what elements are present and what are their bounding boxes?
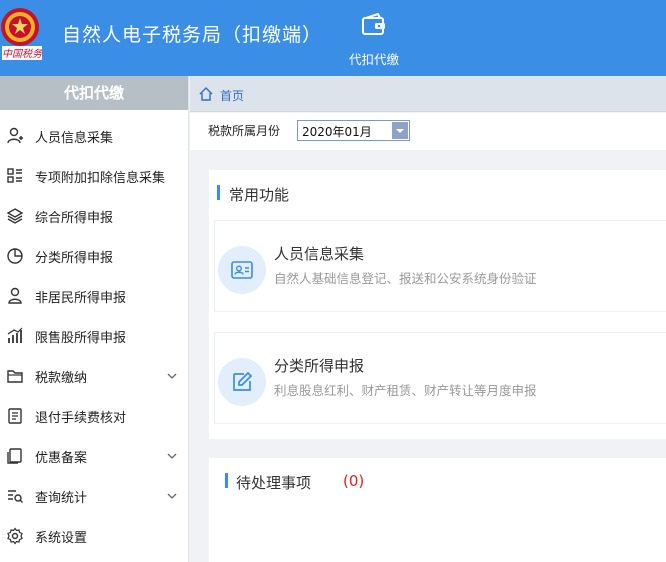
sidebar-item-label: 人员信息采集 — [35, 131, 114, 146]
sidebar-item-refund-fee-check[interactable]: 退付手续费核对 — [0, 396, 188, 436]
sidebar-item-nonresident-income[interactable]: 非居民所得申报 — [0, 276, 188, 316]
search-list-icon — [8, 490, 23, 503]
national-emblem-logo: 中国税务 — [1, 8, 43, 60]
sidebar-item-query-statistics[interactable]: 查询统计 — [0, 476, 188, 516]
card-description: 自然人基础信息登记、报送和公安系统身份验证 — [274, 271, 537, 286]
document-check-icon — [8, 408, 22, 424]
card-description: 利息股息红利、财产租赁、财产转让等月度申报 — [274, 383, 537, 398]
sidebar-item-label: 退付手续费核对 — [35, 411, 127, 426]
tax-period-select[interactable]: 2020年01月 — [297, 120, 410, 141]
sidebar-item-label: 分类所得申报 — [35, 251, 114, 266]
filter-bar: 税款所属月份 2020年01月 — [190, 113, 666, 150]
sidebar-item-preferential-filing[interactable]: 优惠备案 — [0, 436, 188, 476]
section-accent-bar — [217, 185, 220, 200]
pie-chart-icon — [7, 248, 23, 264]
top-header: 中国税务 自然人电子税务局（扣缴端） 代扣代缴 — [0, 0, 666, 76]
breadcrumb: 首页 — [190, 76, 666, 112]
sidebar-item-personnel-info[interactable]: 人员信息采集 — [0, 116, 188, 156]
sidebar: 代扣代缴 人员信息采集 专项附加扣除信息采集 综合所得申报 分类所得申报 非居民… — [0, 76, 189, 562]
tax-period-value: 2020年01月 — [302, 125, 372, 139]
dropdown-arrow-icon[interactable] — [392, 122, 408, 139]
card-icon-circle — [218, 358, 266, 406]
sidebar-item-label: 系统设置 — [35, 531, 88, 546]
sidebar-item-comprehensive-income[interactable]: 综合所得申报 — [0, 196, 188, 236]
copy-icon — [7, 448, 22, 464]
sidebar-item-tax-payment[interactable]: 税款缴纳 — [0, 356, 188, 396]
person-add-icon — [7, 127, 23, 144]
common-functions-title: 常用功能 — [229, 186, 290, 204]
wallet-icon — [362, 13, 385, 35]
card-title: 人员信息采集 — [274, 245, 365, 263]
card-title: 分类所得申报 — [274, 357, 365, 375]
pending-items-title: 待处理事项 — [236, 474, 312, 492]
person-outline-icon — [8, 287, 22, 304]
pending-items-count: (0) — [343, 472, 365, 490]
sidebar-item-label: 综合所得申报 — [35, 211, 114, 226]
sidebar-header: 代扣代缴 — [0, 76, 188, 110]
chevron-down-icon — [167, 453, 177, 459]
sidebar-item-label: 非居民所得申报 — [35, 291, 127, 306]
sidebar-item-system-settings[interactable]: 系统设置 — [0, 516, 188, 556]
nav-withhold-label: 代扣代缴 — [348, 52, 399, 67]
sidebar-item-label: 查询统计 — [35, 491, 88, 506]
card-personnel-info[interactable]: 人员信息采集 自然人基础信息登记、报送和公安系统身份验证 — [214, 220, 666, 312]
gear-icon — [7, 527, 23, 545]
sidebar-item-label: 限售股所得申报 — [35, 331, 127, 346]
sidebar-item-label: 专项附加扣除信息采集 — [35, 171, 166, 186]
folder-icon — [7, 370, 23, 383]
chevron-down-icon — [167, 493, 177, 499]
sidebar-item-label: 税款缴纳 — [35, 371, 88, 386]
card-icon-circle — [218, 246, 266, 294]
app-title: 自然人电子税务局（扣缴端） — [62, 24, 323, 46]
id-card-icon — [231, 261, 253, 279]
section-accent-bar — [225, 473, 228, 488]
card-classified-income[interactable]: 分类所得申报 利息股息红利、财产租赁、财产转让等月度申报 — [214, 332, 666, 424]
tax-period-label: 税款所属月份 — [208, 124, 281, 138]
nav-withhold[interactable]: 代扣代缴 — [338, 0, 410, 76]
common-functions-panel: 常用功能 人员信息采集 自然人基础信息登记、报送和公安系统身份验证 分类所得申报… — [209, 170, 666, 439]
sidebar-item-classified-income[interactable]: 分类所得申报 — [0, 236, 188, 276]
list-icon — [7, 168, 22, 183]
svg-text:中国税务: 中国税务 — [2, 48, 43, 60]
breadcrumb-home-link[interactable]: 首页 — [220, 87, 244, 104]
pending-items-panel: 待处理事项 (0) — [209, 458, 666, 562]
sidebar-item-special-deduction[interactable]: 专项附加扣除信息采集 — [0, 156, 188, 196]
bar-chart-icon — [7, 327, 23, 343]
sidebar-item-restricted-shares[interactable]: 限售股所得申报 — [0, 316, 188, 356]
home-icon — [199, 87, 213, 101]
edit-icon — [233, 371, 253, 391]
layers-icon — [6, 208, 24, 224]
chevron-down-icon — [167, 373, 177, 379]
sidebar-item-label: 优惠备案 — [35, 451, 88, 466]
